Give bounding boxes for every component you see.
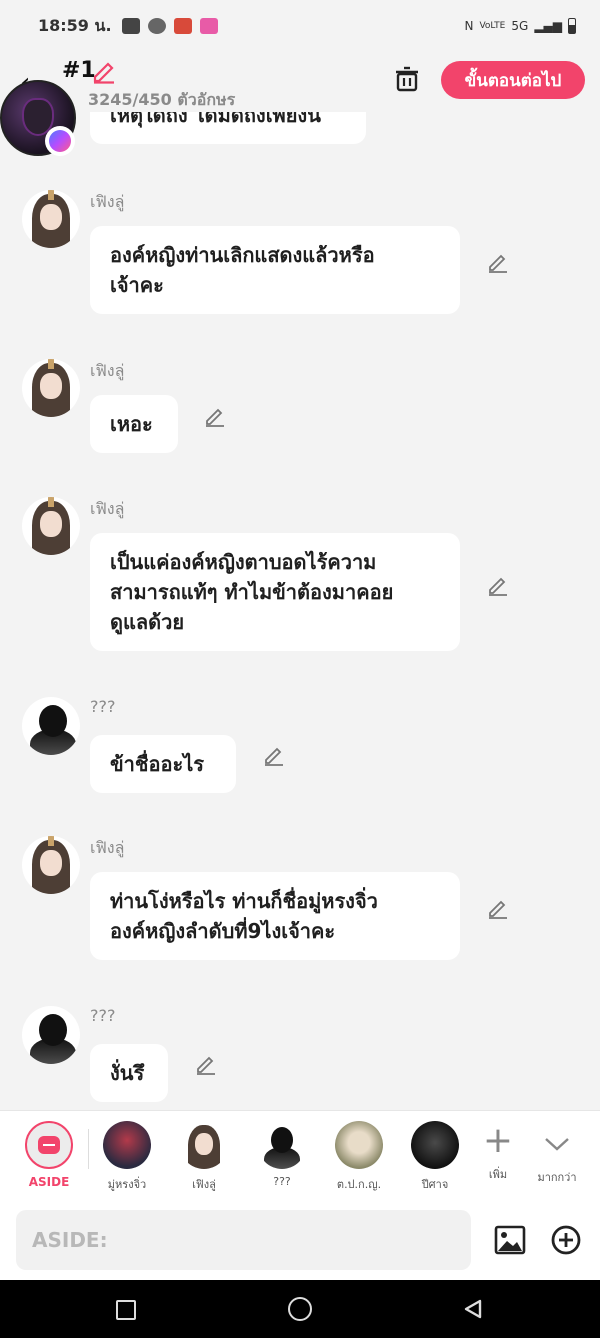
message-bubble[interactable]: เป็นแค่องค์หญิงตาบอดไร้ความ สามารถแท้ๆ ท… <box>90 533 460 651</box>
character-label: ต.ป.ก.ญ. <box>336 1178 382 1191</box>
plus-icon: + <box>482 1120 514 1161</box>
aside-button[interactable]: ASIDE <box>19 1121 79 1189</box>
message-bubble[interactable]: ท่านโง่หรือไร ท่านก็ชื่อมู่หรงจิ่ว องค์ห… <box>90 872 460 960</box>
add-character-button[interactable]: + เพิ่ม <box>468 1121 528 1183</box>
message-bubble[interactable]: ข้าชื่ออะไร <box>90 735 236 793</box>
status-bar: 18:59 น. N VoLTE 5G ▂▄▆ <box>0 0 600 52</box>
character-name: ??? <box>90 1006 116 1025</box>
character-name: เฟิงลู่ <box>90 838 125 857</box>
message-bubble[interactable]: องค์หญิงท่านเลิกแสดงแล้วหรือ เจ้าคะ <box>90 226 460 314</box>
edit-message-icon[interactable] <box>263 745 285 767</box>
add-label: เพิ่ม <box>488 1168 508 1181</box>
character-avatar[interactable] <box>22 190 80 248</box>
character-avatar <box>258 1121 306 1169</box>
edit-message-icon[interactable] <box>195 1054 217 1076</box>
home-icon[interactable] <box>288 1297 312 1321</box>
character-name: เฟิงลู่ <box>90 192 125 211</box>
tray-divider <box>88 1129 89 1169</box>
recents-icon[interactable] <box>116 1300 136 1320</box>
character-count: 3245/450 ตัวอักษร <box>88 90 236 109</box>
character-avatar[interactable] <box>22 697 80 755</box>
edit-message-icon[interactable] <box>487 575 509 597</box>
edit-message-icon[interactable] <box>204 406 226 428</box>
aside-input[interactable] <box>16 1210 471 1270</box>
nfc-icon: N <box>464 19 474 33</box>
character-avatar <box>103 1121 151 1169</box>
character-avatar[interactable] <box>22 359 80 417</box>
app-icon <box>147 18 166 34</box>
status-indicators: N VoLTE 5G ▂▄▆ <box>464 18 576 34</box>
edit-message-icon[interactable] <box>487 898 509 920</box>
character-name: เฟิงลู่ <box>90 361 125 380</box>
character-label: เฟิงลู่ <box>192 1178 216 1191</box>
episode-title: #1 <box>62 58 96 83</box>
signal-icon: ▂▄▆ <box>534 19 562 33</box>
back-triangle-icon[interactable] <box>462 1298 484 1320</box>
system-nav-bar <box>0 1280 600 1338</box>
add-circle-icon[interactable] <box>550 1224 582 1256</box>
volte-icon: VoLTE <box>479 21 506 31</box>
character-chip[interactable]: มู่หรงจิ่ว <box>97 1121 157 1193</box>
aside-icon <box>25 1121 73 1169</box>
trash-icon[interactable] <box>394 66 420 92</box>
character-label: มู่หรงจิ่ว <box>107 1178 147 1191</box>
message-bubble[interactable]: เหอะ <box>90 395 178 453</box>
character-tray: ASIDE มู่หรงจิ่ว เฟิงลู่ ??? ต.ป.ก.ญ. ปี… <box>0 1110 600 1202</box>
edit-title-icon[interactable] <box>92 60 116 84</box>
status-time: 18:59 น. <box>38 15 112 35</box>
network-label: 5G <box>511 19 529 33</box>
character-name: เฟิงลู่ <box>90 499 125 518</box>
game-icon <box>173 18 192 34</box>
character-avatar <box>411 1121 459 1169</box>
message-bubble[interactable]: เหตุใดถึง ได้มิดถึงเพียงนี <box>90 112 366 144</box>
character-label: ??? <box>273 1175 291 1188</box>
character-name: ??? <box>90 697 116 716</box>
chevron-down-icon <box>545 1138 569 1151</box>
character-avatar[interactable] <box>22 836 80 894</box>
character-label: ปีศาจ <box>421 1178 449 1191</box>
youtube-icon <box>121 18 140 34</box>
character-chip[interactable]: ปีศาจ <box>405 1121 465 1193</box>
next-step-button[interactable]: ขั้นตอนต่อไป <box>441 61 585 99</box>
edit-message-icon[interactable] <box>487 252 509 274</box>
character-avatar <box>180 1121 228 1169</box>
battery-icon <box>568 18 576 34</box>
messenger-icon <box>45 126 75 156</box>
aside-label: ASIDE <box>28 1175 70 1189</box>
character-chip[interactable]: ??? <box>252 1121 312 1188</box>
character-avatar <box>335 1121 383 1169</box>
line-app-icon <box>199 18 218 34</box>
character-chip[interactable]: ต.ป.ก.ญ. <box>329 1121 389 1193</box>
image-icon[interactable] <box>494 1224 526 1256</box>
more-label: มากกว่า <box>537 1171 577 1184</box>
editor-header: ‹ #1 3245/450 ตัวอักษร ขั้นตอนต่อไป <box>0 52 600 112</box>
character-avatar[interactable] <box>22 1006 80 1064</box>
composer <box>0 1202 600 1280</box>
character-avatar[interactable] <box>22 497 80 555</box>
more-button[interactable]: มากกว่า <box>527 1121 587 1186</box>
message-bubble[interactable]: งั่นรึ <box>90 1044 168 1102</box>
character-chip[interactable]: เฟิงลู่ <box>174 1121 234 1193</box>
chat-list[interactable]: เหตุใดถึง ได้มิดถึงเพียงนี เฟิงลู่ องค์ห… <box>0 112 600 1110</box>
